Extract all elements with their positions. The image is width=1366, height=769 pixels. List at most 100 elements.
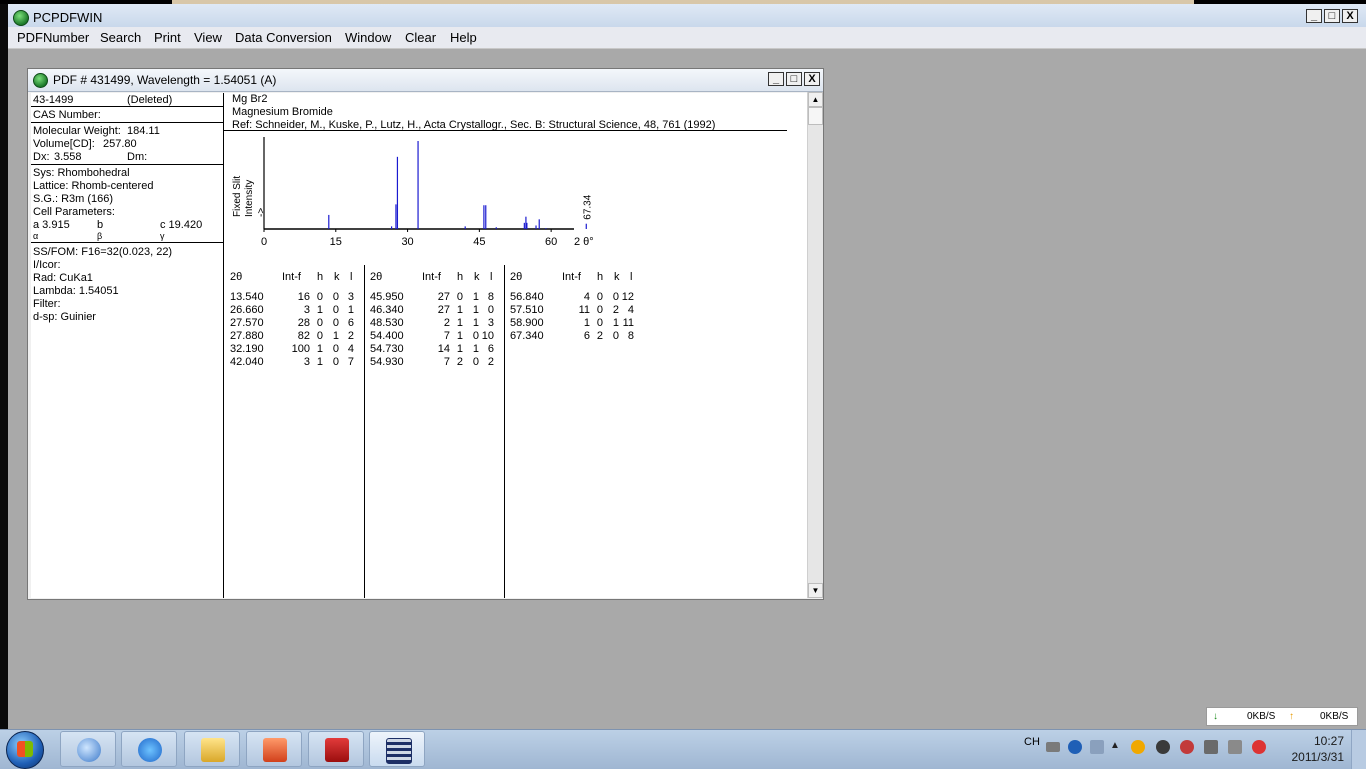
menu-data-conversion[interactable]: Data Conversion (235, 30, 332, 45)
table-header: l (490, 271, 493, 283)
x-tick-label: 60 (545, 236, 557, 248)
menu-search[interactable]: Search (100, 30, 141, 45)
minimize-button[interactable]: _ (1306, 9, 1322, 23)
dm-label: Dm: (127, 151, 148, 163)
divider (31, 242, 223, 243)
globe-icon[interactable] (33, 73, 48, 88)
scroll-up-arrow-icon[interactable]: ▲ (808, 92, 823, 107)
taskbar-app-search[interactable] (60, 731, 116, 767)
globe-icon[interactable] (13, 10, 29, 26)
menu-view[interactable]: View (194, 30, 222, 45)
network-speed-widget[interactable]: ↓ 0KB/S ↑ 0KB/S (1206, 707, 1358, 726)
table-cell: 54.730 (370, 343, 404, 355)
table-header: h (597, 271, 604, 283)
child-maximize-button[interactable]: □ (786, 72, 802, 86)
table-cell: 10 (481, 330, 494, 342)
lattice: Lattice: Rhomb-centered (33, 180, 154, 192)
table-column-divider (364, 265, 365, 598)
table-header: 2θ (370, 271, 383, 283)
menu-help[interactable]: Help (450, 30, 477, 45)
divider (31, 164, 223, 165)
maximize-button[interactable]: □ (1324, 9, 1340, 23)
taskbar-app-ie[interactable] (121, 731, 177, 767)
upload-arrow-icon: ↑ (1289, 711, 1294, 722)
table-cell: 8 (627, 330, 634, 342)
taskbar-app-explorer[interactable] (184, 731, 240, 767)
lambda: Lambda: 1.54051 (33, 285, 119, 297)
help-icon[interactable] (1068, 740, 1082, 754)
device-icon[interactable] (1228, 740, 1242, 754)
start-button[interactable] (6, 731, 44, 769)
security-icon[interactable] (1180, 740, 1194, 754)
cell-c: c 19.420 (160, 219, 203, 231)
pdf-card-title: PDF # 431499, Wavelength = 1.54051 (A) (53, 73, 277, 87)
scroll-thumb[interactable] (808, 107, 823, 125)
taskbar-app-pcpdfwin[interactable] (369, 731, 425, 767)
x-tick-label: 0 (261, 236, 267, 248)
qq-icon[interactable] (1156, 740, 1170, 754)
upload-speed: 0KB/S (1320, 711, 1349, 722)
clock[interactable]: 10:27 2011/3/31 (1292, 733, 1345, 765)
table-cell: 32.190 (230, 343, 264, 355)
table-cell: 3 (487, 317, 494, 329)
internet-explorer-icon (138, 738, 162, 762)
table-cell: 6 (347, 317, 354, 329)
space-group: S.G.: R3m (166) (33, 193, 114, 205)
table-cell: 0 (487, 304, 494, 316)
table-cell: 2 (487, 356, 494, 368)
divider (31, 106, 223, 107)
menu-clear[interactable]: Clear (405, 30, 436, 45)
volume-value: 257.80 (103, 138, 137, 150)
tray-settings-icon[interactable] (1090, 740, 1104, 754)
close-button[interactable]: X (1342, 9, 1358, 23)
taskbar-app-powerpoint[interactable] (246, 731, 302, 767)
vertical-scrollbar[interactable]: ▲ ▼ (807, 92, 823, 598)
menu-pdfnumber[interactable]: PDFNumber (17, 30, 89, 45)
cell-a: a 3.915 (33, 219, 70, 231)
app-title: PCPDFWIN (33, 10, 103, 25)
peak-table-column: 2θ Int-f h k l 13.540 16 0 0 3 26.660 3 1 0 1 27.570 28 0… (230, 271, 360, 371)
input-language[interactable]: CH (1024, 736, 1040, 748)
pcpdfwin-icon (386, 738, 412, 764)
cell-parameters-label: Cell Parameters: (33, 206, 115, 218)
show-desktop-button[interactable] (1351, 730, 1366, 769)
menu-bar: PDFNumber Search Print View Data Convers… (8, 27, 1366, 49)
table-header: Int-f (562, 271, 581, 283)
menu-window[interactable]: Window (345, 30, 391, 45)
volume-muted-icon[interactable] (1252, 740, 1266, 754)
child-close-button[interactable]: X (804, 72, 820, 86)
child-minimize-button[interactable]: _ (768, 72, 784, 86)
table-cell: 3 (347, 291, 354, 303)
app-window-controls: _ □ X (1306, 9, 1358, 23)
table-cell: 56.840 (510, 291, 544, 303)
table-cell: 42.040 (230, 356, 264, 368)
scroll-down-arrow-icon[interactable]: ▼ (808, 583, 823, 598)
table-header: k (614, 271, 620, 283)
y-axis-label: Intensity (244, 180, 255, 217)
show-hidden-icons-icon[interactable]: ▲ (1110, 740, 1124, 754)
x-axis-label: 2 θ° (574, 236, 594, 248)
keyboard-icon[interactable] (1046, 742, 1060, 752)
y-axis-label: Fixed Slit (232, 176, 243, 217)
network-icon[interactable] (1204, 740, 1218, 754)
peak-table-column: 2θ Int-f h k l 45.950 27 0 1 8 46.340 27 1 1 0 48.530 2 1… (370, 271, 500, 371)
formula: Mg Br2 (232, 93, 268, 105)
chat-icon[interactable] (1131, 740, 1145, 754)
card-id: 43-1499 (33, 94, 74, 106)
radiation: Rad: CuKa1 (33, 272, 93, 284)
download-arrow-icon: ↓ (1213, 711, 1218, 722)
cas-label: CAS Number: (33, 109, 101, 121)
y-axis-label: -> (256, 208, 267, 217)
menu-print[interactable]: Print (154, 30, 181, 45)
icor: I/Icor: (33, 259, 61, 271)
x-tick-label: 15 (330, 236, 342, 248)
card-info-pane: 43-1499 (Deleted) CAS Number: Molecular … (31, 93, 224, 598)
table-header: 2θ (230, 271, 243, 283)
pdf-reader-icon (325, 738, 349, 762)
dx-label: Dx: (33, 151, 50, 163)
compound-name: Magnesium Bromide (232, 106, 333, 118)
table-cell: 54.400 (370, 330, 404, 342)
table-header: h (317, 271, 324, 283)
pdf-card-title-bar[interactable]: PDF # 431499, Wavelength = 1.54051 (A) _… (28, 69, 823, 92)
taskbar-app-acrobat[interactable] (308, 731, 364, 767)
